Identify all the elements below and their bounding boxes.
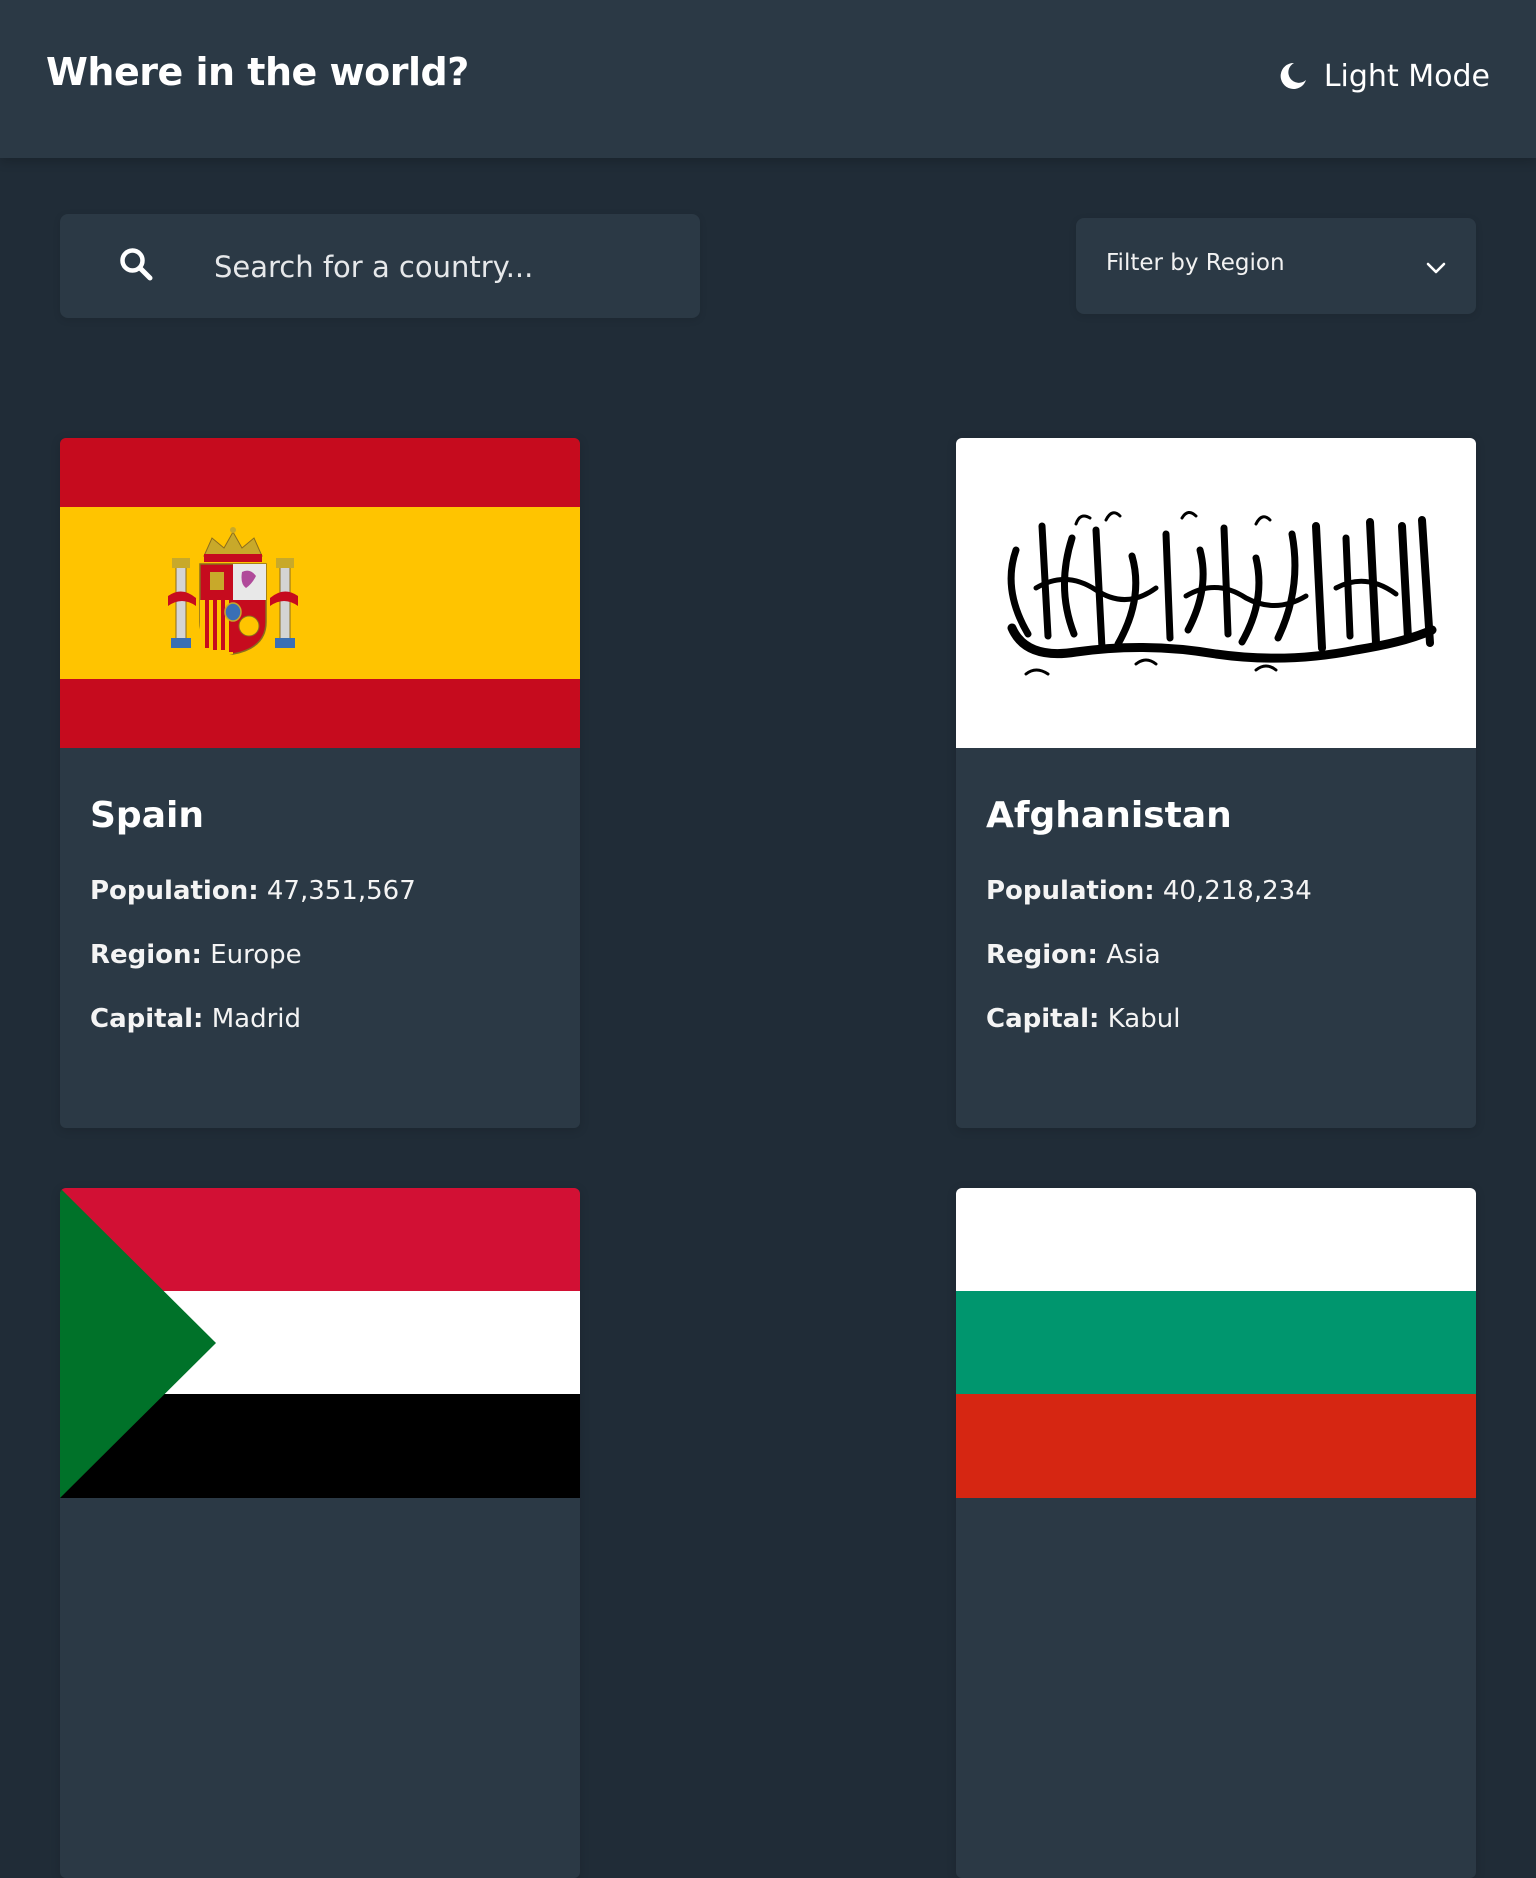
bulgaria-flag-image <box>956 1188 1476 1498</box>
country-card-3[interactable] <box>60 1188 580 1878</box>
population-label: Population: <box>90 875 259 906</box>
search-input[interactable] <box>212 236 676 298</box>
region-label: Region: <box>986 939 1098 970</box>
region-value: Asia <box>1106 939 1161 970</box>
sudan-flag-image <box>60 1188 580 1498</box>
country-info <box>90 1546 560 1584</box>
search-icon <box>120 248 153 281</box>
capital-value: Kabul <box>1107 1003 1181 1034</box>
region-label: Region: <box>90 939 202 970</box>
capital-row: Capital: Kabul <box>986 1002 1456 1036</box>
country-info: Spain Population: 47,351,567 Region: Eur… <box>90 796 560 1066</box>
capital-label: Capital: <box>986 1003 1100 1034</box>
moon-icon <box>1280 62 1306 89</box>
region-filter-label: Filter by Region <box>1106 250 1285 276</box>
afghanistan-flag-image <box>956 438 1476 748</box>
population-label: Population: <box>986 875 1155 906</box>
region-value: Europe <box>210 939 302 970</box>
country-card-spain[interactable]: Spain Population: 47,351,567 Region: Eur… <box>60 438 580 1128</box>
region-row: Region: Europe <box>90 938 560 972</box>
region-row: Region: Asia <box>986 938 1456 972</box>
region-filter-dropdown[interactable]: Filter by Region <box>1076 218 1476 314</box>
theme-toggle-button[interactable]: Light Mode <box>1278 56 1490 96</box>
population-value: 47,351,567 <box>266 875 416 906</box>
capital-label: Capital: <box>90 1003 204 1034</box>
country-name: Afghanistan <box>986 795 1232 836</box>
country-name: Spain <box>90 795 204 836</box>
spain-flag-image <box>60 438 580 748</box>
country-info: Afghanistan Population: 40,218,234 Regio… <box>986 796 1456 1066</box>
country-card-4[interactable] <box>956 1188 1476 1878</box>
app-header: Where in the world? Light Mode <box>0 0 1536 158</box>
chevron-down-icon <box>1426 262 1446 274</box>
app-title: Where in the world? <box>46 50 469 94</box>
population-row: Population: 40,218,234 <box>986 874 1456 908</box>
population-value: 40,218,234 <box>1162 875 1312 906</box>
capital-row: Capital: Madrid <box>90 1002 560 1036</box>
country-info <box>986 1546 1456 1584</box>
theme-toggle-label: Light Mode <box>1323 58 1490 94</box>
population-row: Population: 47,351,567 <box>90 874 560 908</box>
country-card-afghanistan[interactable]: Afghanistan Population: 40,218,234 Regio… <box>956 438 1476 1128</box>
capital-value: Madrid <box>211 1003 301 1034</box>
